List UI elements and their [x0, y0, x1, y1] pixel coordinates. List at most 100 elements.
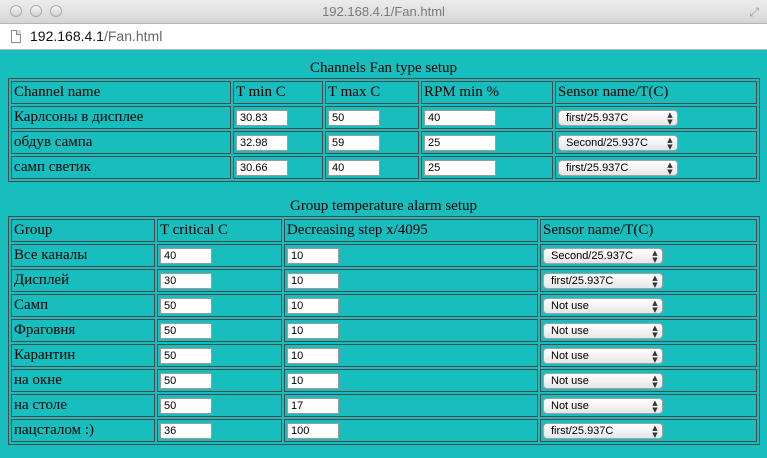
address-bar[interactable]: 192.168.4.1/Fan.html [0, 24, 767, 50]
channel-name: Карлсоны в дисплее [11, 106, 231, 129]
fullscreen-icon[interactable]: ⤢ [749, 5, 759, 20]
decreasing-step-input[interactable] [287, 273, 339, 289]
sensor-select-cell: first/25.937C ▲▼ [555, 156, 757, 179]
fan-setup-title: Channels Fan type setup [309, 60, 458, 76]
tcritical-input[interactable] [160, 398, 212, 414]
sensor-select[interactable]: first/25.937C ▲▼ [543, 272, 663, 289]
tmin-input[interactable] [236, 160, 288, 176]
alarm-setup-title: Group temperature alarm setup [289, 198, 477, 214]
sensor-select-value: Not use [551, 324, 589, 337]
tcritical-input[interactable] [160, 248, 212, 264]
decreasing-step-input[interactable] [287, 373, 339, 389]
window-titlebar: 192.168.4.1/Fan.html ⤢ [0, 0, 767, 24]
select-arrows-glyph: ▲▼ [651, 348, 659, 363]
sensor-select[interactable]: Second/25.937C ▲▼ [558, 134, 678, 151]
rpm-min-input[interactable] [424, 135, 496, 151]
header-sensor: Sensor name/T(C) [555, 81, 757, 104]
tmax-input[interactable] [328, 160, 380, 176]
select-arrows-icon: ▲▼ [666, 110, 674, 125]
sensor-select-value: Not use [551, 349, 589, 362]
tcritical-input[interactable] [160, 298, 212, 314]
fan-header-row: Channel name T min C T max C RPM min % S… [11, 81, 757, 104]
decreasing-step-input[interactable] [287, 398, 339, 414]
group-name: пацсталом :) [11, 419, 155, 442]
select-arrows-icon: ▲▼ [651, 298, 659, 313]
decreasing-step-input[interactable] [287, 298, 339, 314]
decreasing-step-input-cell [284, 419, 538, 442]
tmin-input[interactable] [236, 110, 288, 126]
select-arrows-icon: ▲▼ [651, 423, 659, 438]
decreasing-step-input-cell [284, 294, 538, 317]
decreasing-step-input-cell [284, 344, 538, 367]
group-name: Карантин [11, 344, 155, 367]
tcritical-input[interactable] [160, 323, 212, 339]
tmax-input[interactable] [328, 135, 380, 151]
select-arrows-glyph: ▲▼ [651, 423, 659, 438]
sensor-select[interactable]: Not use ▲▼ [543, 297, 663, 314]
decreasing-step-input[interactable] [287, 248, 339, 264]
group-name: Дисплей [11, 269, 155, 292]
page-icon [11, 30, 21, 43]
sensor-select[interactable]: first/25.937C ▲▼ [558, 159, 678, 176]
alarm-group-row: на столе Not use ▲▼ [11, 394, 757, 417]
select-arrows-glyph: ▲▼ [666, 110, 674, 125]
rpm-min-input-cell [421, 106, 553, 129]
rpm-min-input[interactable] [424, 160, 496, 176]
tcritical-input[interactable] [160, 423, 212, 439]
decreasing-step-input[interactable] [287, 423, 339, 439]
tmin-input[interactable] [236, 135, 288, 151]
alarm-group-row: Самп Not use ▲▼ [11, 294, 757, 317]
group-name: на окне [11, 369, 155, 392]
tmin-input-cell [233, 156, 323, 179]
select-arrows-icon: ▲▼ [651, 348, 659, 363]
sensor-select-cell: Not use ▲▼ [540, 319, 757, 342]
url-path: /Fan.html [103, 28, 163, 44]
sensor-select[interactable]: Not use ▲▼ [543, 397, 663, 414]
select-arrows-icon: ▲▼ [651, 399, 659, 413]
alarm-group-row: Все каналы Second/25.937C ▲▼ [11, 244, 757, 267]
sensor-select-cell: Not use ▲▼ [540, 294, 757, 317]
sensor-select-cell: Not use ▲▼ [540, 344, 757, 367]
decreasing-step-input[interactable] [287, 323, 339, 339]
tcritical-input-cell [157, 394, 282, 417]
sensor-select-cell: Second/25.937C ▲▼ [555, 131, 757, 154]
select-arrows-glyph: ▲▼ [651, 248, 659, 263]
sensor-select[interactable]: first/25.937C ▲▼ [543, 422, 663, 439]
tmin-input-cell [233, 106, 323, 129]
tcritical-input-cell [157, 319, 282, 342]
tcritical-input-cell [157, 244, 282, 267]
fan-channel-row: обдув сампа Second/25.937C ▲▼ [11, 131, 757, 154]
tmin-input-cell [233, 131, 323, 154]
group-name: Самп [11, 294, 155, 317]
fan-channel-row: Карлсоны в дисплее first/25.937C ▲▼ [11, 106, 757, 129]
decreasing-step-input[interactable] [287, 348, 339, 364]
group-name: Все каналы [11, 244, 155, 267]
select-arrows-icon: ▲▼ [666, 136, 674, 150]
header-rpm-min: RPM min % [421, 81, 553, 104]
header-tcritical: T critical C [157, 219, 282, 242]
rpm-min-input[interactable] [424, 110, 496, 126]
sensor-select-cell: Not use ▲▼ [540, 369, 757, 392]
tmax-input[interactable] [328, 110, 380, 126]
select-arrows-glyph: ▲▼ [666, 160, 674, 175]
sensor-select-value: first/25.937C [551, 274, 614, 287]
decreasing-step-input-cell [284, 269, 538, 292]
select-arrows-glyph: ▲▼ [651, 298, 659, 313]
select-arrows-glyph: ▲▼ [651, 273, 659, 288]
sensor-select-value: first/25.937C [551, 424, 614, 437]
sensor-select[interactable]: Second/25.937C ▲▼ [543, 247, 663, 264]
tcritical-input[interactable] [160, 273, 212, 289]
sensor-select[interactable]: first/25.937C ▲▼ [558, 109, 678, 126]
tcritical-input[interactable] [160, 348, 212, 364]
sensor-select-cell: first/25.937C ▲▼ [540, 269, 757, 292]
window-title: 192.168.4.1/Fan.html [322, 4, 445, 19]
sensor-select[interactable]: Not use ▲▼ [543, 347, 663, 364]
tcritical-input[interactable] [160, 373, 212, 389]
decreasing-step-input-cell [284, 369, 538, 392]
url-text[interactable]: 192.168.4.1/Fan.html [30, 28, 162, 44]
fan-setup-table: Channel name T min C T max C RPM min % S… [8, 78, 760, 182]
sensor-select-value: first/25.937C [566, 161, 629, 174]
sensor-select[interactable]: Not use ▲▼ [543, 372, 663, 389]
sensor-select-cell: Not use ▲▼ [540, 394, 757, 417]
sensor-select[interactable]: Not use ▲▼ [543, 322, 663, 339]
